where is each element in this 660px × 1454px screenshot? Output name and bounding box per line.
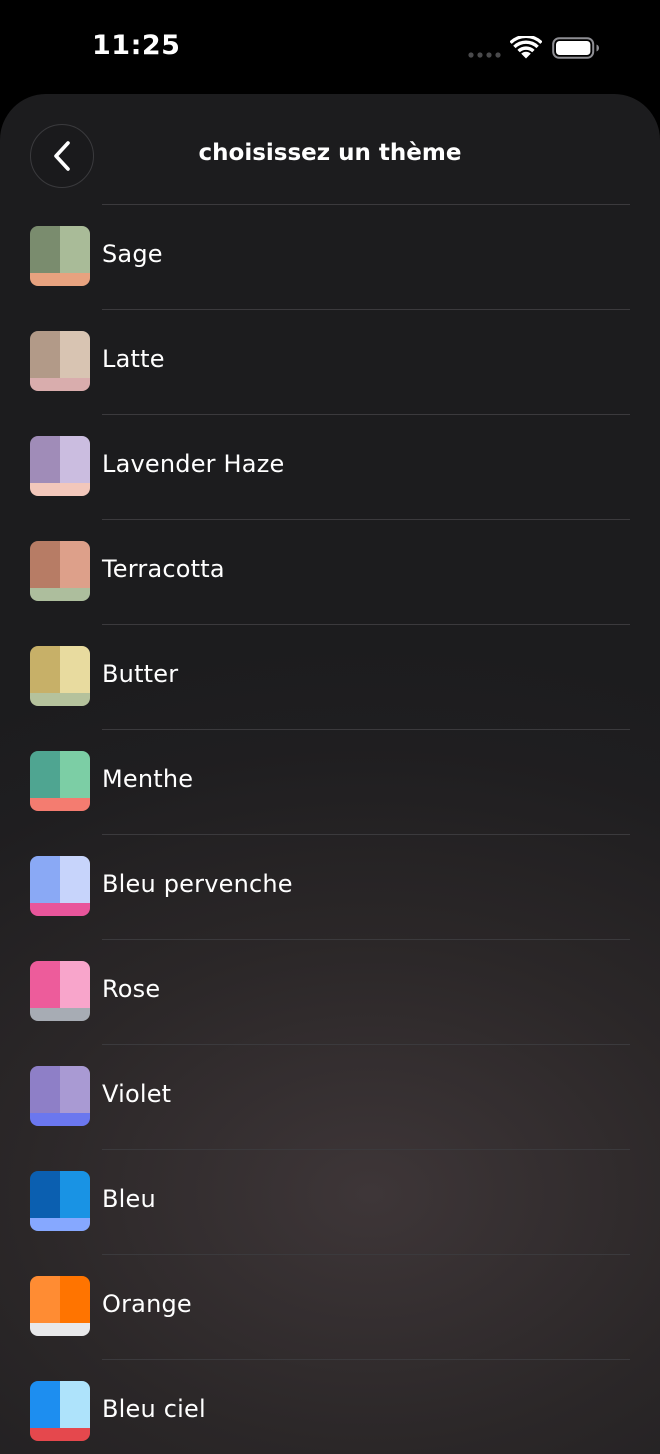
- swatch-color-accent: [30, 273, 90, 286]
- theme-option-bleu-pervenche[interactable]: Bleu pervenche: [0, 834, 660, 939]
- theme-option-label: Butter: [102, 660, 179, 688]
- theme-option-label: Menthe: [102, 765, 194, 793]
- swatch-color-secondary: [60, 331, 90, 378]
- swatch-color-secondary: [60, 1066, 90, 1113]
- theme-option-orange[interactable]: Orange: [0, 1254, 660, 1359]
- theme-option-label: Latte: [102, 345, 165, 373]
- theme-option-butter[interactable]: Butter: [0, 624, 660, 729]
- theme-option-label: Lavender Haze: [102, 450, 285, 478]
- swatch-color-primary: [30, 1066, 60, 1113]
- swatch-color-secondary: [60, 646, 90, 693]
- theme-option-violet[interactable]: Violet: [0, 1044, 660, 1149]
- theme-option-label: Terracotta: [102, 555, 225, 583]
- swatch-color-accent: [30, 1218, 90, 1231]
- swatch-color-primary: [30, 1276, 60, 1323]
- swatch-color-primary: [30, 1171, 60, 1218]
- swatch-color-accent: [30, 1428, 90, 1441]
- swatch-color-secondary: [60, 751, 90, 798]
- theme-color-swatch: [30, 646, 90, 706]
- swatch-color-primary: [30, 541, 60, 588]
- theme-option-label: Violet: [102, 1080, 172, 1108]
- swatch-color-primary: [30, 331, 60, 378]
- theme-color-swatch: [30, 856, 90, 916]
- swatch-color-accent: [30, 693, 90, 706]
- theme-option-label: Rose: [102, 975, 161, 1003]
- theme-color-swatch: [30, 541, 90, 601]
- theme-option-terracotta[interactable]: Terracotta: [0, 519, 660, 624]
- theme-option-label: Bleu ciel: [102, 1395, 206, 1423]
- swatch-color-primary: [30, 436, 60, 483]
- battery-icon: [552, 37, 599, 59]
- swatch-color-secondary: [60, 541, 90, 588]
- swatch-color-accent: [30, 798, 90, 811]
- swatch-color-accent: [30, 1008, 90, 1021]
- theme-color-swatch: [30, 961, 90, 1021]
- swatch-color-accent: [30, 1323, 90, 1336]
- swatch-color-secondary: [60, 436, 90, 483]
- swatch-color-accent: [30, 1113, 90, 1126]
- theme-color-swatch: [30, 1276, 90, 1336]
- theme-color-swatch: [30, 1381, 90, 1441]
- theme-color-swatch: [30, 1066, 90, 1126]
- swatch-color-primary: [30, 856, 60, 903]
- theme-option-label: Sage: [102, 240, 163, 268]
- theme-option-menthe[interactable]: Menthe: [0, 729, 660, 834]
- swatch-color-primary: [30, 751, 60, 798]
- theme-option-latte[interactable]: Latte: [0, 309, 660, 414]
- page-title: choisissez un thème: [198, 140, 462, 166]
- theme-option-lavender-haze[interactable]: Lavender Haze: [0, 414, 660, 519]
- status-bar: 11:25: [0, 0, 660, 96]
- swatch-color-secondary: [60, 1381, 90, 1428]
- theme-color-swatch: [30, 1171, 90, 1231]
- cellular-signal-icon: [468, 52, 501, 58]
- swatch-color-accent: [30, 588, 90, 601]
- swatch-color-secondary: [60, 226, 90, 273]
- swatch-color-secondary: [60, 961, 90, 1008]
- status-time: 11:25: [92, 30, 181, 61]
- theme-option-label: Orange: [102, 1290, 192, 1318]
- swatch-color-secondary: [60, 1171, 90, 1218]
- theme-color-swatch: [30, 331, 90, 391]
- theme-option-label: Bleu: [102, 1185, 156, 1213]
- theme-list: Sage Latte Lavender Haze Terracotta Butter Me…: [0, 204, 660, 1454]
- sheet-header: choisissez un thème: [0, 94, 660, 204]
- theme-option-bleu-ciel[interactable]: Bleu ciel: [0, 1359, 660, 1454]
- theme-picker-sheet: choisissez un thème Sage Latte Lavender Ha…: [0, 94, 660, 1454]
- theme-color-swatch: [30, 226, 90, 286]
- theme-color-swatch: [30, 436, 90, 496]
- swatch-color-secondary: [60, 1276, 90, 1323]
- swatch-color-secondary: [60, 856, 90, 903]
- swatch-color-accent: [30, 483, 90, 496]
- swatch-color-accent: [30, 903, 90, 916]
- swatch-color-primary: [30, 226, 60, 273]
- wifi-icon: [510, 36, 542, 59]
- swatch-color-primary: [30, 646, 60, 693]
- theme-option-label: Bleu pervenche: [102, 870, 293, 898]
- theme-option-rose[interactable]: Rose: [0, 939, 660, 1044]
- swatch-color-primary: [30, 1381, 60, 1428]
- theme-option-sage[interactable]: Sage: [0, 204, 660, 309]
- theme-option-bleu[interactable]: Bleu: [0, 1149, 660, 1254]
- swatch-color-primary: [30, 961, 60, 1008]
- theme-color-swatch: [30, 751, 90, 811]
- swatch-color-accent: [30, 378, 90, 391]
